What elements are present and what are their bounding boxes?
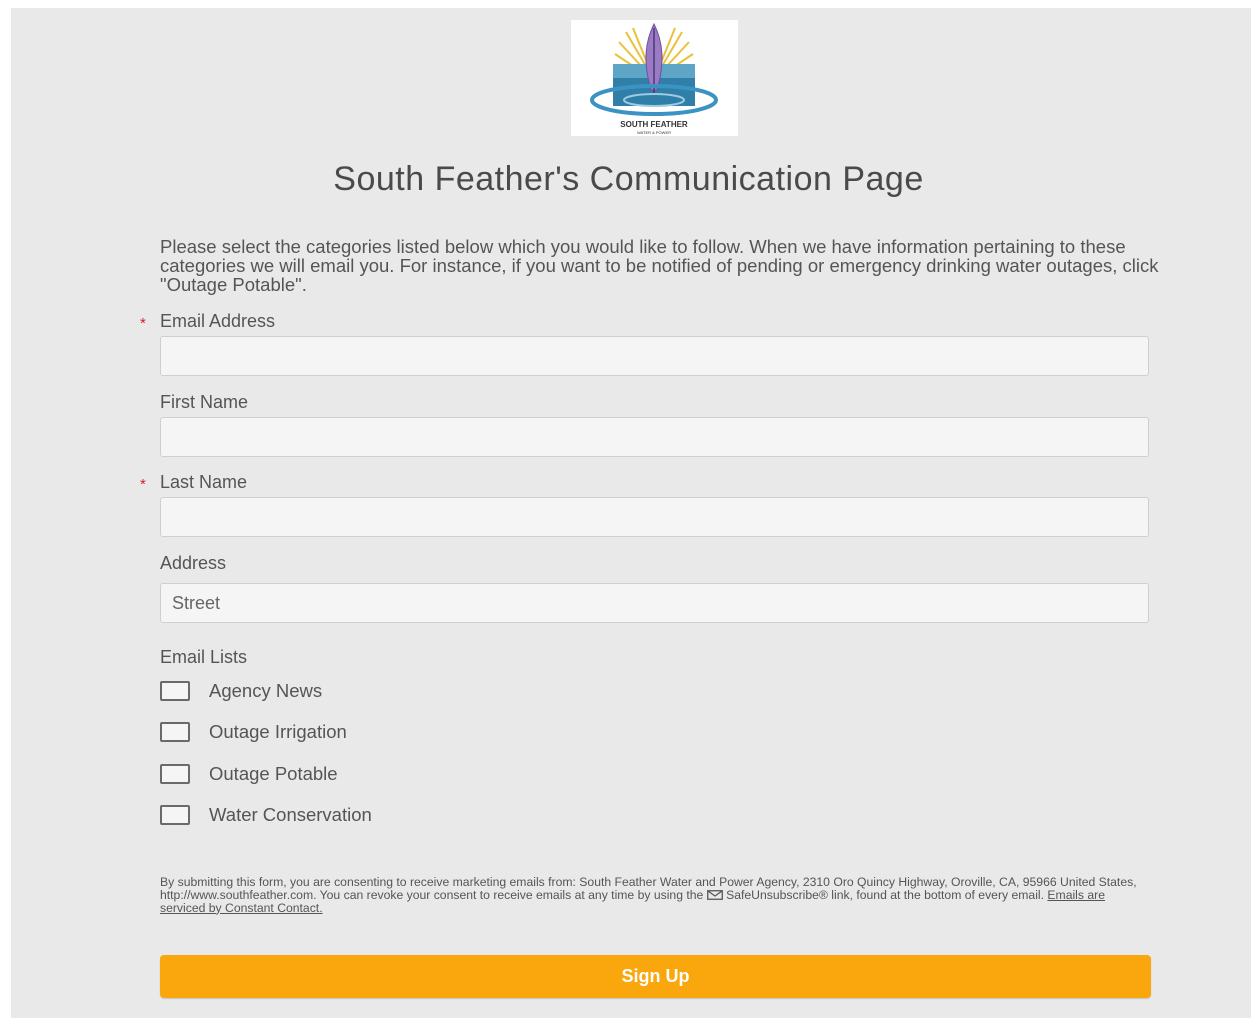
list-option-outage-irrigation[interactable]: Outage Irrigation bbox=[160, 720, 347, 744]
checkbox[interactable] bbox=[160, 805, 190, 825]
page-title: South Feather's Communication Page bbox=[333, 160, 924, 198]
required-marker: * bbox=[140, 476, 146, 493]
required-marker: * bbox=[140, 315, 146, 332]
first-name-input[interactable] bbox=[160, 417, 1149, 457]
checkbox[interactable] bbox=[160, 681, 190, 701]
sign-up-button[interactable]: Sign Up bbox=[160, 955, 1151, 998]
first-name-label: First Name bbox=[160, 392, 249, 412]
checkbox-label: Agency News bbox=[209, 680, 323, 701]
street-input[interactable] bbox=[160, 583, 1149, 623]
checkbox[interactable] bbox=[160, 722, 190, 742]
consent-text: By submitting this form, you are consent… bbox=[160, 876, 1150, 914]
email-input[interactable] bbox=[160, 336, 1149, 376]
last-name-input[interactable] bbox=[160, 497, 1149, 537]
svg-text:SOUTH FEATHER: SOUTH FEATHER bbox=[620, 120, 688, 129]
checkbox-label: Outage Irrigation bbox=[209, 721, 347, 742]
checkbox-label: Outage Potable bbox=[209, 763, 338, 784]
consent-text-end: SafeUnsubscribe® link, found at the bott… bbox=[726, 887, 1045, 902]
checkbox-label: Water Conservation bbox=[209, 804, 372, 825]
email-label: Email Address bbox=[160, 311, 276, 331]
envelope-icon bbox=[706, 889, 723, 900]
south-feather-logo: SOUTH FEATHER WATER & POWER bbox=[571, 20, 738, 136]
checkbox[interactable] bbox=[160, 764, 190, 784]
list-option-outage-potable[interactable]: Outage Potable bbox=[160, 762, 338, 786]
list-option-agency-news[interactable]: Agency News bbox=[160, 679, 322, 703]
list-option-water-conservation[interactable]: Water Conservation bbox=[160, 803, 372, 827]
email-lists-label: Email Lists bbox=[160, 647, 248, 667]
svg-text:WATER & POWER: WATER & POWER bbox=[637, 130, 671, 135]
last-name-label: Last Name bbox=[160, 472, 248, 492]
address-label: Address bbox=[160, 553, 227, 573]
intro-text: Please select the categories listed belo… bbox=[160, 236, 1159, 295]
